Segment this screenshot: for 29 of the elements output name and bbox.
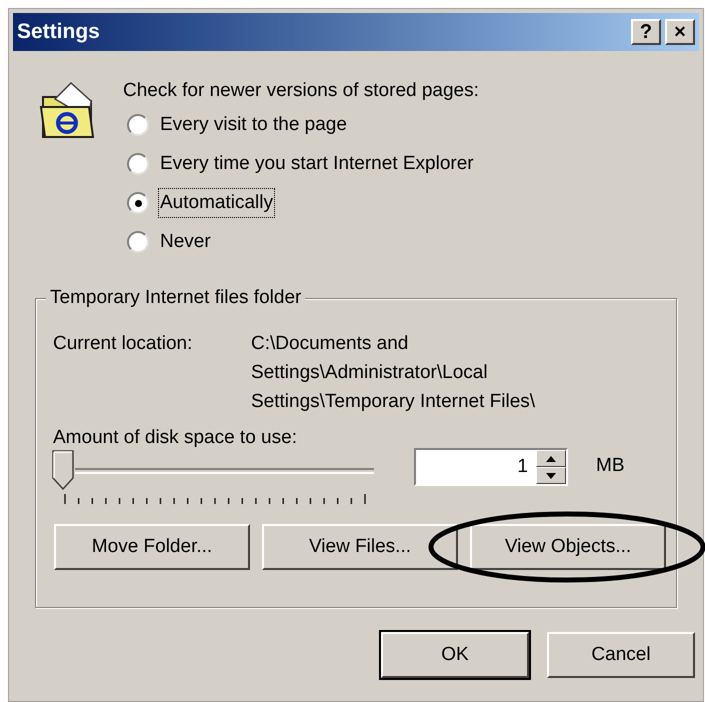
radio-button[interactable] (127, 231, 149, 253)
radio-label[interactable]: Every time you start Internet Explorer (159, 150, 475, 178)
unit-label: MB (596, 454, 624, 478)
field-label: Current location: (53, 332, 194, 356)
size-value: 1 (516, 455, 529, 479)
section-heading: Check for newer versions of stored pages: (123, 79, 479, 103)
radio-button[interactable] (127, 114, 149, 136)
folder-action-button[interactable]: View Files... (262, 524, 458, 570)
location-path: Settings\Administrator\Local (251, 361, 489, 385)
location-path: Settings\Temporary Internet Files\ (251, 390, 536, 414)
radio-label[interactable]: Never (159, 228, 212, 256)
slider-thumb[interactable] (52, 450, 74, 490)
location-path: C:\Documents and (251, 332, 410, 356)
radio-label[interactable]: Automatically (159, 188, 274, 218)
folder-action-button[interactable]: Move Folder... (54, 524, 250, 570)
folder-action-button[interactable]: View Objects... (470, 524, 666, 570)
size-spinbox[interactable]: 1 (414, 448, 568, 486)
spin-down-icon[interactable] (536, 467, 566, 484)
spin-up-icon[interactable] (536, 450, 566, 467)
radio-button[interactable] (127, 192, 149, 214)
close-button[interactable]: × (665, 19, 695, 45)
dialog-button[interactable]: OK (381, 632, 529, 678)
help-button[interactable]: ? (631, 19, 661, 45)
radio-label[interactable]: Every visit to the page (159, 110, 348, 140)
radio-button[interactable] (127, 153, 149, 175)
dialog-button[interactable]: Cancel (547, 632, 695, 678)
group-title: Temporary Internet files folder (46, 286, 306, 310)
window-title: Settings (17, 19, 100, 46)
field-label: Amount of disk space to use: (52, 426, 298, 450)
